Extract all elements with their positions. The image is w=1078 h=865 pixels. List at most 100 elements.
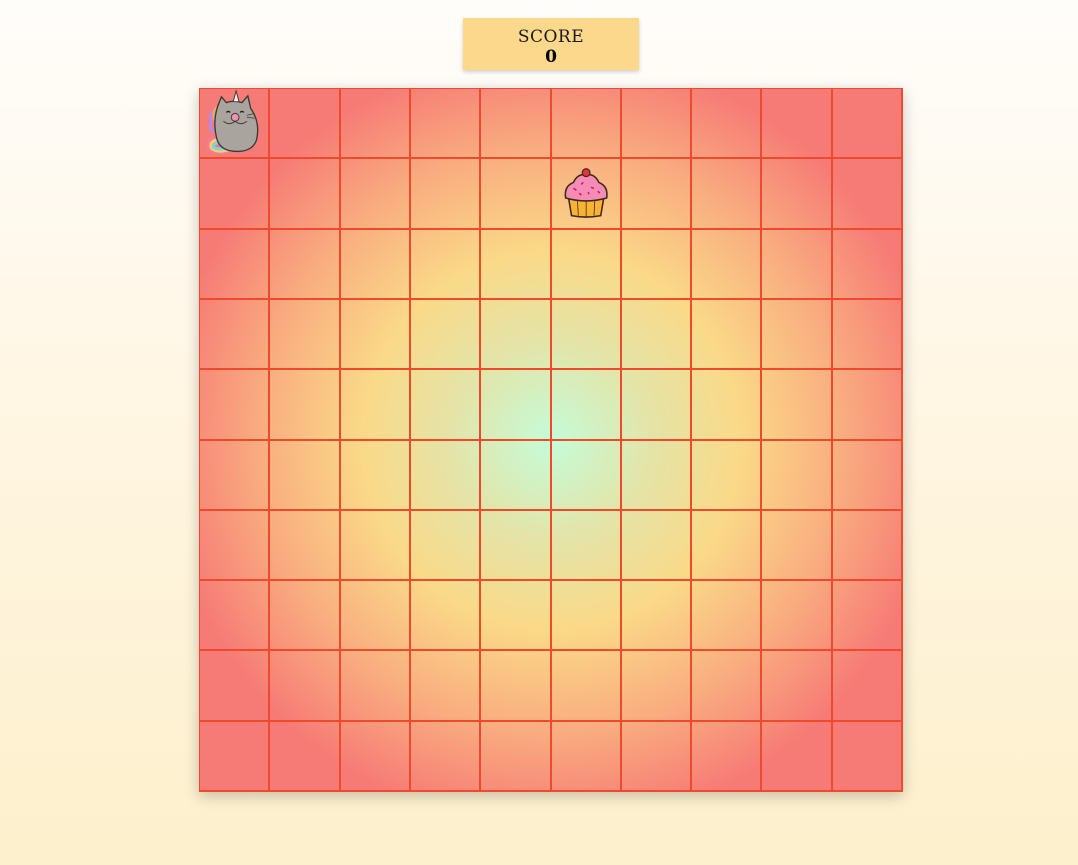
board-cell[interactable] [200, 370, 271, 441]
board-cell[interactable] [340, 159, 411, 230]
board-cell[interactable] [692, 159, 763, 230]
board-cell[interactable] [270, 89, 341, 160]
board-cell[interactable] [481, 581, 552, 652]
board-cell[interactable] [340, 229, 411, 300]
board-cell[interactable] [621, 440, 693, 511]
board-cell[interactable] [551, 299, 622, 371]
board-cell[interactable] [762, 229, 833, 300]
board-cell[interactable] [762, 510, 833, 582]
board-cell[interactable] [410, 440, 482, 511]
board-cell[interactable] [621, 651, 693, 722]
board-cell[interactable] [551, 89, 622, 160]
board-cell[interactable] [481, 370, 552, 441]
board-cell[interactable] [410, 159, 482, 230]
board-cell[interactable] [621, 299, 693, 371]
board-cell[interactable] [551, 159, 622, 230]
board-cell[interactable] [340, 370, 411, 441]
board-cell[interactable] [551, 651, 622, 722]
board-cell[interactable] [270, 440, 341, 511]
board-cell[interactable] [551, 370, 622, 441]
board-cell[interactable] [762, 651, 833, 722]
board-cell[interactable] [692, 229, 763, 300]
board-cell[interactable] [692, 510, 763, 582]
board-cell[interactable] [762, 89, 833, 160]
board-cell[interactable] [692, 299, 763, 371]
board-cell[interactable] [481, 651, 552, 722]
board-cell[interactable] [410, 299, 482, 371]
board-cell[interactable] [621, 721, 693, 792]
board-cell[interactable] [551, 721, 622, 792]
board-cell[interactable] [832, 370, 903, 441]
board-cell[interactable] [270, 370, 341, 441]
board-cell[interactable] [340, 440, 411, 511]
board-cell[interactable] [832, 581, 903, 652]
board-cell[interactable] [832, 510, 903, 582]
board-cell[interactable] [481, 440, 552, 511]
board-cell[interactable] [832, 299, 903, 371]
board-cell[interactable] [832, 229, 903, 300]
board-cell[interactable] [340, 89, 411, 160]
board-cell[interactable] [200, 229, 271, 300]
board-cell[interactable] [762, 159, 833, 230]
board-cell[interactable] [200, 651, 271, 722]
board-cell[interactable] [692, 581, 763, 652]
board-cell[interactable] [481, 159, 552, 230]
board-cell[interactable] [270, 299, 341, 371]
board-cell[interactable] [621, 89, 693, 160]
board-cell[interactable] [481, 721, 552, 792]
board-cell[interactable] [551, 581, 622, 652]
board-cell[interactable] [762, 299, 833, 371]
board-cell[interactable] [340, 651, 411, 722]
board-cell[interactable] [832, 159, 903, 230]
board-cell[interactable] [410, 581, 482, 652]
board-cell[interactable] [200, 510, 271, 582]
board-cell[interactable] [410, 89, 482, 160]
board-cell[interactable] [832, 651, 903, 722]
board-cell[interactable] [200, 89, 271, 160]
board-cell[interactable] [481, 299, 552, 371]
board-cell[interactable] [410, 370, 482, 441]
board-cell[interactable] [270, 159, 341, 230]
board-cell[interactable] [270, 581, 341, 652]
board-cell[interactable] [762, 721, 833, 792]
board-cell[interactable] [481, 510, 552, 582]
board-cell[interactable] [692, 370, 763, 441]
board-cell[interactable] [340, 581, 411, 652]
game-board[interactable] [199, 88, 903, 792]
board-cell[interactable] [340, 721, 411, 792]
board-cell[interactable] [200, 581, 271, 652]
board-cell[interactable] [270, 721, 341, 792]
board-cell[interactable] [692, 721, 763, 792]
board-cell[interactable] [762, 581, 833, 652]
board-cell[interactable] [340, 299, 411, 371]
board-cell[interactable] [692, 89, 763, 160]
board-cell[interactable] [621, 510, 693, 582]
board-cell[interactable] [200, 721, 271, 792]
board-cell[interactable] [200, 299, 271, 371]
board-cell[interactable] [692, 440, 763, 511]
board-cell[interactable] [832, 721, 903, 792]
board-cell[interactable] [551, 229, 622, 300]
board-cell[interactable] [481, 89, 552, 160]
board-cell[interactable] [551, 440, 622, 511]
board-cell[interactable] [762, 440, 833, 511]
board-cell[interactable] [270, 229, 341, 300]
board-cell[interactable] [692, 651, 763, 722]
board-cell[interactable] [481, 229, 552, 300]
board-cell[interactable] [621, 229, 693, 300]
board-cell[interactable] [762, 370, 833, 441]
board-cell[interactable] [410, 229, 482, 300]
board-cell[interactable] [200, 440, 271, 511]
board-cell[interactable] [410, 721, 482, 792]
board-cell[interactable] [551, 510, 622, 582]
board-cell[interactable] [832, 89, 903, 160]
board-cell[interactable] [340, 510, 411, 582]
board-cell[interactable] [621, 581, 693, 652]
board-cell[interactable] [270, 651, 341, 722]
board-cell[interactable] [621, 159, 693, 230]
board-cell[interactable] [410, 510, 482, 582]
board-cell[interactable] [621, 370, 693, 441]
board-cell[interactable] [832, 440, 903, 511]
board-cell[interactable] [410, 651, 482, 722]
board-cell[interactable] [270, 510, 341, 582]
